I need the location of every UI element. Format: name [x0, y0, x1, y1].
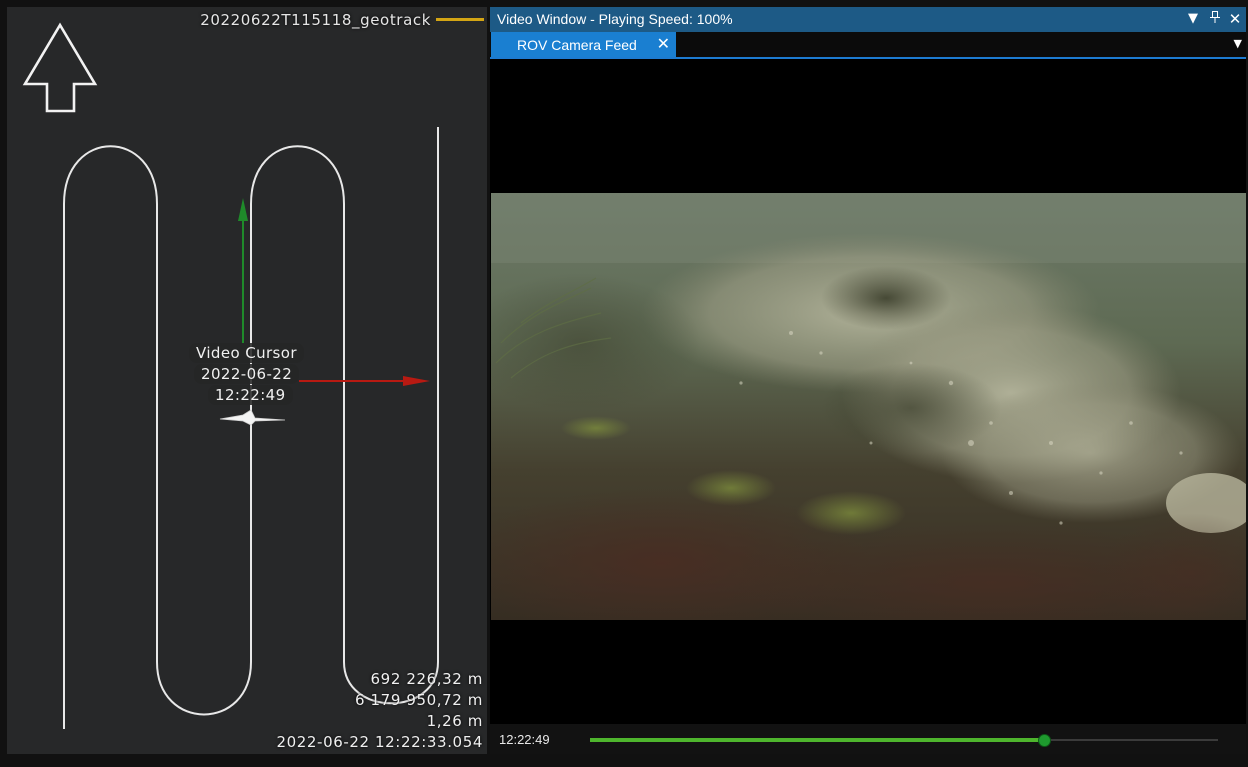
- survey-track-line: [63, 127, 439, 729]
- northing-readout: 6 179 950,72 m: [355, 691, 483, 709]
- playback-time: 12:22:49: [499, 732, 550, 747]
- timestamp-readout: 2022-06-22 12:22:33.054: [276, 733, 483, 751]
- map-view[interactable]: 20220622T115118_geotrack Video Cursor 20…: [7, 7, 487, 754]
- video-cursor-time: 12:22:49: [208, 385, 293, 405]
- video-tab-strip: ROV Camera Feed ✕ ▼: [490, 32, 1246, 59]
- video-frame[interactable]: [491, 193, 1246, 620]
- seek-bar-progress: [590, 738, 1043, 742]
- dropdown-icon[interactable]: ▼: [1234, 37, 1242, 50]
- rov-video-image: [491, 193, 1246, 620]
- track-name-label: 20220622T115118_geotrack: [200, 11, 431, 29]
- application-window: 20220622T115118_geotrack Video Cursor 20…: [0, 0, 1248, 767]
- close-icon[interactable]: ✕: [1226, 10, 1244, 28]
- playback-bar: 12:22:49: [490, 724, 1246, 754]
- easting-readout: 692 226,32 m: [370, 670, 483, 688]
- video-window-titlebar[interactable]: Video Window - Playing Speed: 100% ▼ ✕: [490, 7, 1246, 32]
- tab-label: ROV Camera Feed: [517, 37, 637, 53]
- tab-rov-camera-feed[interactable]: ROV Camera Feed ✕: [491, 32, 676, 57]
- cursor-y-axis: [238, 198, 248, 343]
- cursor-x-axis: [299, 376, 430, 386]
- seek-bar[interactable]: [590, 734, 1218, 747]
- video-window-title: Video Window - Playing Speed: 100%: [497, 11, 733, 27]
- rov-position-marker[interactable]: [219, 409, 286, 426]
- track-color-swatch: [436, 18, 484, 21]
- video-cursor-date: 2022-06-22: [194, 364, 300, 384]
- close-icon[interactable]: ✕: [657, 34, 670, 53]
- video-cursor-title: Video Cursor: [189, 343, 304, 363]
- dropdown-icon[interactable]: ▼: [1184, 10, 1202, 28]
- pin-icon[interactable]: [1206, 10, 1224, 28]
- depth-readout: 1,26 m: [426, 712, 483, 730]
- video-window: Video Window - Playing Speed: 100% ▼ ✕ R…: [490, 7, 1246, 754]
- seek-handle[interactable]: [1037, 734, 1051, 747]
- north-arrow-icon: [22, 22, 98, 113]
